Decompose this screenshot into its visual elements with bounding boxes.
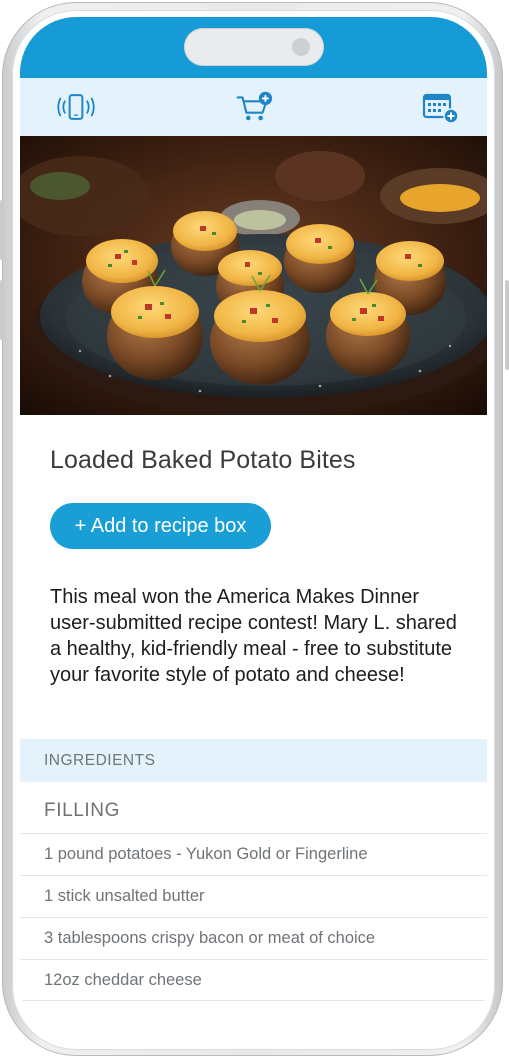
dynamic-island bbox=[184, 28, 324, 66]
phone-vibrate-icon bbox=[57, 94, 95, 120]
screen: Loaded Baked Potato Bites + Add to recip… bbox=[20, 17, 487, 1042]
volume-button bbox=[0, 200, 4, 260]
recipe-description: This meal won the America Makes Dinner u… bbox=[50, 586, 457, 686]
camera-lens bbox=[292, 38, 310, 56]
add-to-recipe-box-button[interactable]: + Add to recipe box bbox=[50, 503, 271, 549]
ingredient-item: 1 stick unsalted butter bbox=[20, 875, 487, 917]
cart-add-icon bbox=[236, 91, 273, 121]
ingredients-section-header: INGREDIENTS bbox=[20, 739, 487, 782]
ingredient-item: 3 tablespoons crispy bacon or meat of ch… bbox=[20, 917, 487, 959]
toolbar bbox=[20, 78, 487, 136]
ingredient-item: 12oz cheddar cheese bbox=[20, 959, 487, 1001]
phone-vibrate-button[interactable] bbox=[56, 90, 96, 124]
calendar-add-icon bbox=[422, 93, 459, 124]
volume-button bbox=[0, 280, 4, 340]
recipe-photo bbox=[20, 136, 487, 415]
ingredient-item: 1 pound potatoes - Yukon Gold or Fingerl… bbox=[20, 833, 487, 875]
add-to-calendar-button[interactable] bbox=[420, 90, 460, 124]
power-button bbox=[505, 280, 509, 370]
ingredient-group-title: FILLING bbox=[44, 800, 120, 821]
add-to-cart-button[interactable] bbox=[234, 90, 274, 124]
ingredients-section-label: INGREDIENTS bbox=[44, 752, 156, 769]
recipe-title: Loaded Baked Potato Bites bbox=[50, 446, 356, 474]
ingredient-list: 1 pound potatoes - Yukon Gold or Fingerl… bbox=[20, 833, 487, 1001]
status-bar bbox=[20, 17, 487, 78]
